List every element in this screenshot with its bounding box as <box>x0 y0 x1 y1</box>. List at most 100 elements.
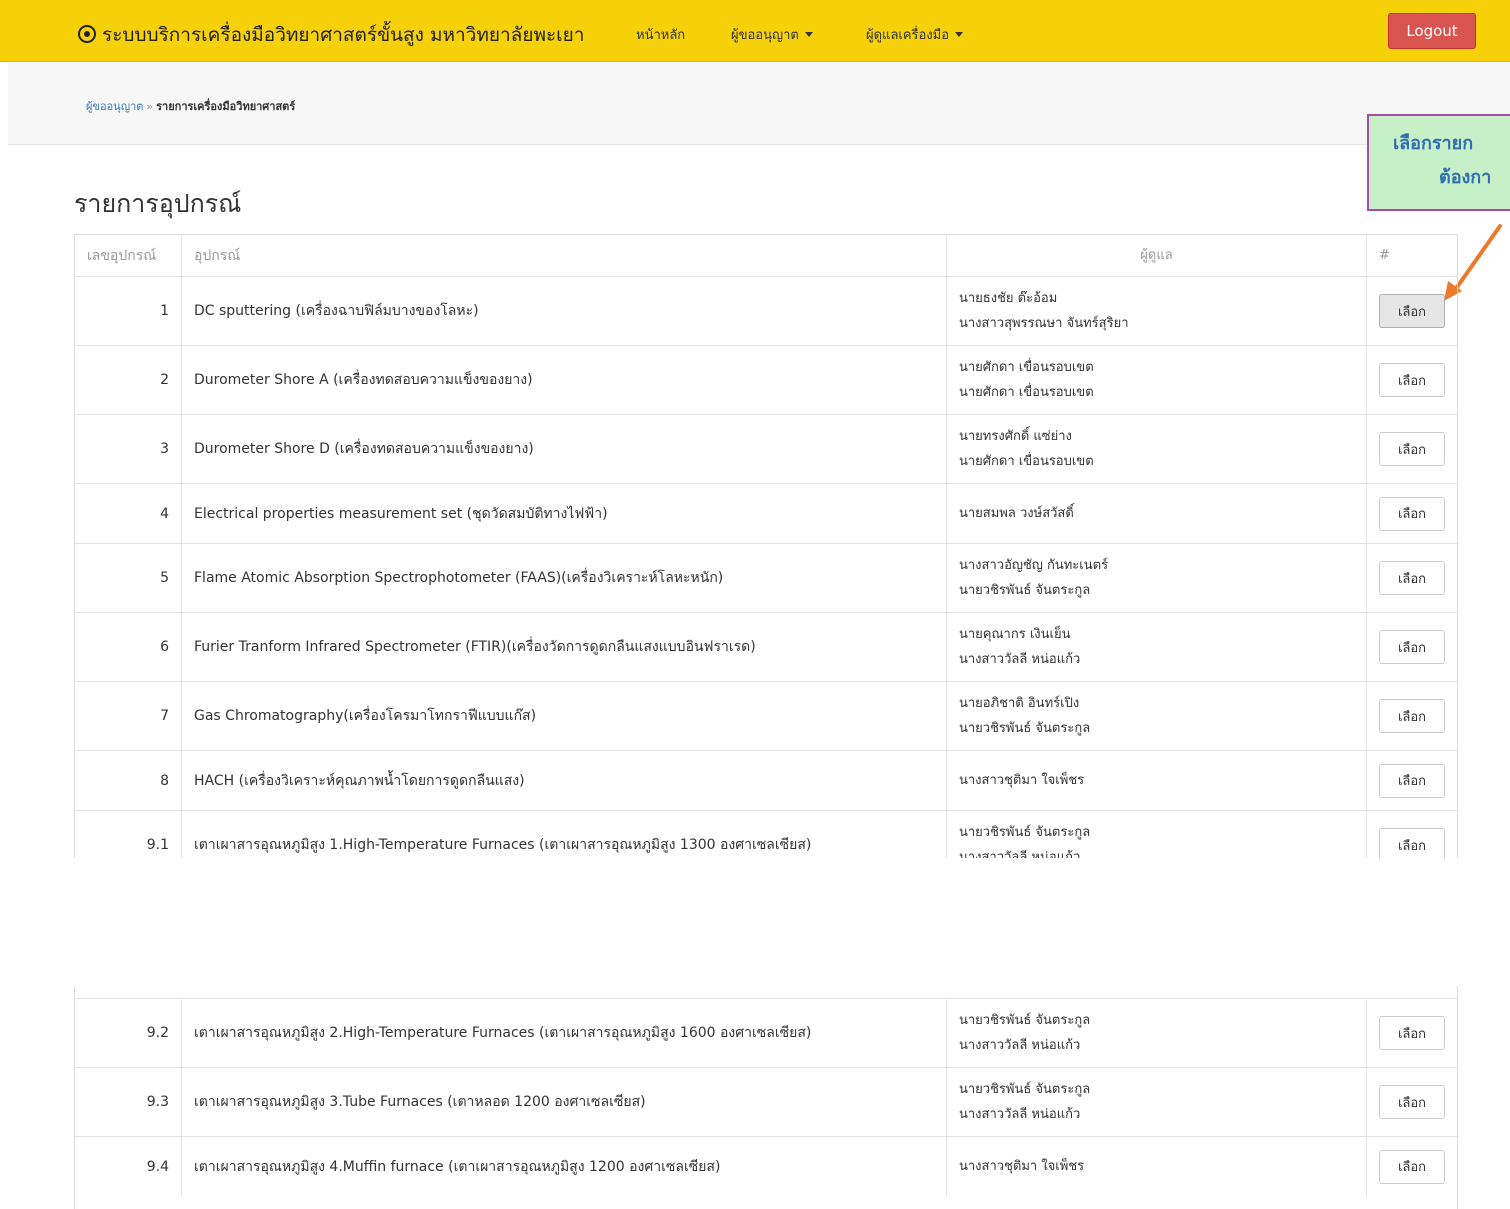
staff-cell: นางสาวชุติมา ใจเพ็ชร <box>946 751 1366 810</box>
header-equipment: อุปกรณ์ <box>181 235 946 276</box>
select-button[interactable]: เลือก <box>1379 561 1445 595</box>
staff-name: นางสาววัลลี หน่อแก้ว <box>959 1038 1081 1053</box>
staff-cell: นายทรงศักดิ์ แซ่ย่างนายศักดา เขื่อนรอบเข… <box>946 415 1366 483</box>
staff-name: นางสาวอัญชัญ กันทะเนตร์ <box>959 558 1109 573</box>
table-row: 9.1 เตาเผาสารอุณหภูมิสูง 1.High-Temperatu… <box>75 810 1457 858</box>
equipment-name: HACH (เครื่องวิเคราะห์คุณภาพน้ำโดยการดูด… <box>181 751 946 810</box>
equipment-number: 9.4 <box>146 1158 169 1175</box>
staff-name: นายทรงศักดิ์ แซ่ย่าง <box>959 429 1072 444</box>
staff-cell: นายวชิรพันธ์ จันตระกูลนางสาววัลลี หน่อแก… <box>946 1068 1366 1136</box>
table-row: 6 Furier Tranform Infrared Spectrometer (… <box>75 612 1457 681</box>
staff-name: นางสาววัลลี หน่อแก้ว <box>959 652 1081 667</box>
staff-cell: นายศักดา เขื่อนรอบเขตนายศักดา เขื่อนรอบเ… <box>946 346 1366 414</box>
staff-name: นายวชิรพันธ์ จันตระกูล <box>959 721 1091 736</box>
equipment-number: 7 <box>160 708 169 724</box>
action-cell: เลือก <box>1366 751 1457 810</box>
action-cell: เลือก <box>1366 613 1457 681</box>
table-row: 9.2 เตาเผาสารอุณหภูมิสูง 2.High-Temperatu… <box>75 998 1457 1067</box>
action-cell: เลือก <box>1366 346 1457 414</box>
table-row: 1 DC sputtering (เครื่องฉาบฟิล์มบางของโลห… <box>75 276 1457 345</box>
select-button[interactable]: เลือก <box>1379 1016 1445 1050</box>
select-button[interactable]: เลือก <box>1379 1085 1445 1119</box>
equipment-name: เตาเผาสารอุณหภูมิสูง 4.Muffin furnace (เ… <box>181 1137 946 1196</box>
equipment-name: DC sputtering (เครื่องฉาบฟิล์มบางของโลหะ… <box>181 277 946 345</box>
equipment-number: 1 <box>160 303 169 319</box>
equipment-name: Gas Chromatography(เครื่องโครมาโทกราฟีแบ… <box>181 682 946 750</box>
action-cell: เลือก <box>1366 544 1457 612</box>
staff-cell: นายอภิชาติ อินทร์เปิงนายวชิรพันธ์ จันตระ… <box>946 682 1366 750</box>
staff-name: นายสมพล วงษ์สวัสดิ์ <box>959 506 1074 521</box>
equipment-number: 9.3 <box>146 1094 169 1110</box>
table-row: 2 Durometer Shore A (เครื่องทดสอบความแข็ง… <box>75 345 1457 414</box>
equipment-number: 3 <box>160 441 169 457</box>
staff-name: นายศักดา เขื่อนรอบเขต <box>959 385 1094 400</box>
action-cell: เลือก <box>1366 811 1457 858</box>
select-button[interactable]: เลือก <box>1379 432 1445 466</box>
equipment-name: Durometer Shore A (เครื่องทดสอบความแข็งข… <box>181 346 946 414</box>
select-button[interactable]: เลือก <box>1379 1149 1445 1184</box>
equipment-name: เตาเผาสารอุณหภูมิสูง 3.Tube Furnaces (เต… <box>181 1068 946 1136</box>
staff-name: นางสาวชุติมา ใจเพ็ชร <box>959 773 1085 788</box>
table-body-continued: 9.2 เตาเผาสารอุณหภูมิสูง 2.High-Temperatu… <box>75 998 1457 1196</box>
staff-name: นายศักดา เขื่อนรอบเขต <box>959 360 1094 375</box>
select-button[interactable]: เลือก <box>1379 763 1445 798</box>
equipment-number: 4 <box>160 505 169 522</box>
table-row: 9.4 เตาเผาสารอุณหภูมิสูง 4.Muffin furnace… <box>75 1136 1457 1196</box>
table-body: 1 DC sputtering (เครื่องฉาบฟิล์มบางของโลห… <box>75 276 1457 858</box>
equipment-number: 6 <box>160 639 169 655</box>
staff-name: นายวชิรพันธ์ จันตระกูล <box>959 583 1091 598</box>
table-row: 8 HACH (เครื่องวิเคราะห์คุณภาพน้ำโดยการดู… <box>75 750 1457 810</box>
action-cell: เลือก <box>1366 277 1457 345</box>
staff-name: นายวชิรพันธ์ จันตระกูล <box>959 825 1091 840</box>
staff-cell: นางสาวชุติมา ใจเพ็ชร <box>946 1137 1366 1196</box>
staff-cell: นายวชิรพันธ์ จันตระกูลนางสาววัลลี หน่อแก… <box>946 999 1366 1067</box>
select-button[interactable]: เลือก <box>1379 630 1445 664</box>
staff-name: นายศักดา เขื่อนรอบเขต <box>959 454 1094 469</box>
equipment-name: Durometer Shore D (เครื่องทดสอบความแข็งข… <box>181 415 946 483</box>
staff-name: นางสาวสุพรรณษา จันทร์สุริยา <box>959 316 1129 331</box>
select-button[interactable]: เลือก <box>1379 828 1445 858</box>
staff-name: นายอภิชาติ อินทร์เปิง <box>959 696 1080 711</box>
equipment-number: 2 <box>160 372 169 388</box>
select-button[interactable]: เลือก <box>1379 294 1445 328</box>
action-cell: เลือก <box>1366 682 1457 750</box>
staff-cell: นายธงชัย ต๊ะอ้อมนางสาวสุพรรณษา จันทร์สุร… <box>946 277 1366 345</box>
equipment-name: เตาเผาสารอุณหภูมิสูง 1.High-Temperature … <box>181 811 946 858</box>
staff-name: นายวชิรพันธ์ จันตระกูล <box>959 1013 1091 1028</box>
select-button[interactable]: เลือก <box>1379 363 1445 397</box>
header-action: # <box>1366 235 1457 276</box>
table-row: 4 Electrical properties measurement set (… <box>75 483 1457 543</box>
staff-name: นายธงชัย ต๊ะอ้อม <box>959 291 1058 306</box>
equipment-number: 9.1 <box>146 837 169 853</box>
equipment-name: Furier Tranform Infrared Spectrometer (F… <box>181 613 946 681</box>
table-header-row: เลขอุปกรณ์ อุปกรณ์ ผู้ดูแล # <box>75 235 1457 276</box>
staff-name: นางสาวชุติมา ใจเพ็ชร <box>959 1159 1085 1174</box>
select-button[interactable]: เลือก <box>1379 699 1445 733</box>
equipment-number: 5 <box>160 570 169 586</box>
staff-name: นายคุณากร เงินเย็น <box>959 627 1071 642</box>
action-cell: เลือก <box>1366 484 1457 543</box>
staff-name: นายวชิรพันธ์ จันตระกูล <box>959 1082 1091 1097</box>
action-cell: เลือก <box>1366 1137 1457 1196</box>
action-cell: เลือก <box>1366 999 1457 1067</box>
action-cell: เลือก <box>1366 415 1457 483</box>
action-cell: เลือก <box>1366 1068 1457 1136</box>
equipment-name: เตาเผาสารอุณหภูมิสูง 2.High-Temperature … <box>181 999 946 1067</box>
staff-name: นางสาววัลลี หน่อแก้ว <box>959 1107 1081 1122</box>
table-row: 3 Durometer Shore D (เครื่องทดสอบความแข็ง… <box>75 414 1457 483</box>
staff-name: นางสาววัลลี หน่อแก้ว <box>959 850 1081 858</box>
equipment-number: 9.2 <box>146 1025 169 1041</box>
equipment-number: 8 <box>160 772 169 789</box>
staff-cell: นายวชิรพันธ์ จันตระกูลนางสาววัลลี หน่อแก… <box>946 811 1366 858</box>
select-button[interactable]: เลือก <box>1379 496 1445 531</box>
staff-cell: นายสมพล วงษ์สวัสดิ์ <box>946 484 1366 543</box>
staff-cell: นางสาวอัญชัญ กันทะเนตร์นายวชิรพันธ์ จันต… <box>946 544 1366 612</box>
table-row: 7 Gas Chromatography(เครื่องโครมาโทกราฟีแ… <box>75 681 1457 750</box>
table-row: 5 Flame Atomic Absorption Spectrophotomet… <box>75 543 1457 612</box>
table-row: 9.3 เตาเผาสารอุณหภูมิสูง 3.Tube Furnaces … <box>75 1067 1457 1136</box>
header-staff: ผู้ดูแล <box>946 235 1366 276</box>
equipment-table: เลขอุปกรณ์ อุปกรณ์ ผู้ดูแล # 1 DC sputter… <box>74 234 1458 858</box>
header-equipment-no: เลขอุปกรณ์ <box>87 247 157 264</box>
equipment-name: Flame Atomic Absorption Spectrophotomete… <box>181 544 946 612</box>
equipment-name: Electrical properties measurement set (ช… <box>181 484 946 543</box>
